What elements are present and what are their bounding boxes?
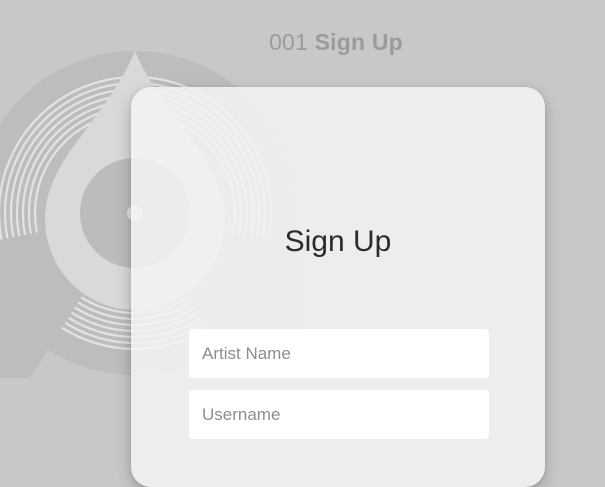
username-field[interactable] — [189, 390, 489, 439]
artist-name-input[interactable] — [202, 343, 476, 364]
screen-name: Sign Up — [314, 29, 403, 55]
username-input[interactable] — [202, 404, 476, 425]
artist-name-field[interactable] — [189, 329, 489, 378]
signup-card: Sign Up — [131, 87, 545, 487]
card-title: Sign Up — [284, 225, 392, 258]
